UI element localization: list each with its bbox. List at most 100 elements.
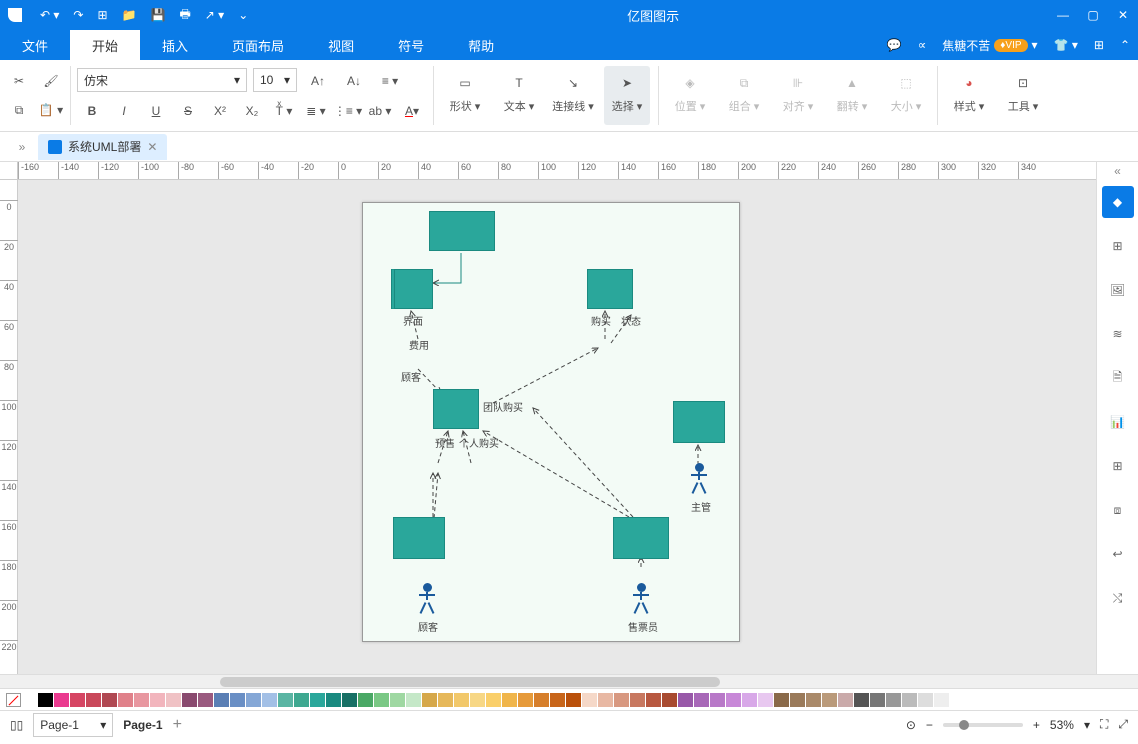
theme-icon[interactable]: 👕 ▾ xyxy=(1046,30,1086,60)
connector-tool[interactable]: ↘连接线 ▾ xyxy=(550,66,596,125)
cut-icon[interactable]: ✂ xyxy=(4,68,34,94)
bullets-icon[interactable]: ⋮≡ ▾ xyxy=(333,98,363,124)
tab-symbol[interactable]: 符号 xyxy=(376,30,446,60)
app-logo[interactable] xyxy=(0,0,30,30)
color-swatch[interactable] xyxy=(486,693,501,707)
color-swatch[interactable] xyxy=(614,693,629,707)
color-swatch[interactable] xyxy=(902,693,917,707)
color-swatch[interactable] xyxy=(518,693,533,707)
close-button[interactable]: ✕ xyxy=(1108,8,1138,22)
collapse-ribbon-icon[interactable]: ⌃ xyxy=(1112,30,1138,60)
save-icon[interactable]: 💾 xyxy=(151,5,166,26)
line-spacing-icon[interactable]: ≣ ▾ xyxy=(301,98,331,124)
color-swatch[interactable] xyxy=(230,693,245,707)
collapse-right-icon[interactable]: « xyxy=(1096,162,1138,180)
no-color-icon[interactable] xyxy=(6,693,21,707)
actor-manager[interactable] xyxy=(689,463,709,493)
color-swatch[interactable] xyxy=(134,693,149,707)
paste-icon[interactable]: 📋 ▾ xyxy=(36,97,66,123)
color-swatch[interactable] xyxy=(822,693,837,707)
color-swatch[interactable] xyxy=(54,693,69,707)
layers-panel-icon[interactable]: ≋ xyxy=(1102,318,1134,350)
select-tool[interactable]: ➤选择 ▾ xyxy=(604,66,650,125)
node-customer[interactable] xyxy=(393,517,445,559)
color-swatch[interactable] xyxy=(406,693,421,707)
user-menu[interactable]: 焦糖不苦 ♦VIP ▾ xyxy=(934,30,1045,60)
color-swatch[interactable] xyxy=(854,693,869,707)
copy-icon[interactable]: ⧉ xyxy=(4,97,34,123)
color-swatch[interactable] xyxy=(294,693,309,707)
theme-panel-icon[interactable]: ◆ xyxy=(1102,186,1134,218)
color-swatch[interactable] xyxy=(630,693,645,707)
color-swatch[interactable] xyxy=(166,693,181,707)
color-swatch[interactable] xyxy=(454,693,469,707)
style-tool[interactable]: ◕样式 ▾ xyxy=(946,66,992,125)
play-icon[interactable]: ⊙ xyxy=(906,718,916,732)
node-buy[interactable] xyxy=(587,269,633,309)
zoom-slider[interactable] xyxy=(943,723,1023,727)
node-manager[interactable] xyxy=(673,401,725,443)
feedback-icon[interactable]: 💬 xyxy=(879,30,910,60)
utils-tool[interactable]: ⊡工具 ▾ xyxy=(1000,66,1046,125)
shrink-font-icon[interactable]: A↓ xyxy=(339,68,369,94)
subscript-icon[interactable]: X₂ xyxy=(237,98,267,124)
color-swatch[interactable] xyxy=(182,693,197,707)
color-swatch[interactable] xyxy=(214,693,229,707)
grow-font-icon[interactable]: A↑ xyxy=(303,68,333,94)
color-swatch[interactable] xyxy=(710,693,725,707)
font-color-icon[interactable]: A ▾ xyxy=(397,98,427,124)
tab-help[interactable]: 帮助 xyxy=(446,30,516,60)
color-swatch[interactable] xyxy=(438,693,453,707)
maximize-button[interactable]: ▢ xyxy=(1078,8,1108,22)
color-swatch[interactable] xyxy=(582,693,597,707)
actor-customer[interactable] xyxy=(417,583,437,613)
bold-icon[interactable]: B xyxy=(77,98,107,124)
redo-icon[interactable]: ↷ xyxy=(73,5,83,26)
image-panel-icon[interactable]: 🖼 xyxy=(1102,274,1134,306)
minimize-button[interactable]: — xyxy=(1048,8,1078,22)
tab-view[interactable]: 视图 xyxy=(306,30,376,60)
color-swatch[interactable] xyxy=(150,693,165,707)
chart-panel-icon[interactable]: 📊 xyxy=(1102,406,1134,438)
font-family-select[interactable]: 仿宋▾ xyxy=(77,68,247,92)
color-swatch[interactable] xyxy=(550,693,565,707)
color-swatch[interactable] xyxy=(758,693,773,707)
actor-ticketer[interactable] xyxy=(631,583,651,613)
qat-more-icon[interactable]: ⌄ xyxy=(238,5,248,26)
superscript-icon[interactable]: X² xyxy=(205,98,235,124)
color-swatch[interactable] xyxy=(662,693,677,707)
color-swatch[interactable] xyxy=(422,693,437,707)
color-swatch[interactable] xyxy=(742,693,757,707)
color-swatch[interactable] xyxy=(342,693,357,707)
color-swatch[interactable] xyxy=(598,693,613,707)
format-painter-icon[interactable]: 🖌 xyxy=(36,68,66,94)
text-direction-icon[interactable]: ab ▾ xyxy=(365,98,395,124)
document-tab[interactable]: 系统UML部署 ✕ xyxy=(38,134,167,160)
color-swatch[interactable] xyxy=(806,693,821,707)
color-swatch[interactable] xyxy=(102,693,117,707)
grid-panel-icon[interactable]: ⊞ xyxy=(1102,230,1134,262)
node-center[interactable] xyxy=(433,389,479,429)
open-icon[interactable]: 📁 xyxy=(122,5,137,26)
print-icon[interactable]: 🖶 xyxy=(179,5,190,26)
tab-close-icon[interactable]: ✕ xyxy=(147,140,157,154)
diagram-page[interactable]: 界面 购买 状态 费用 顾客 团队购买 预售 个人购买 主管 顾客 售票员 xyxy=(362,202,740,642)
color-swatch[interactable] xyxy=(646,693,661,707)
tab-start[interactable]: 开始 xyxy=(70,30,140,60)
fullscreen-icon[interactable]: ⤢ xyxy=(1118,717,1128,732)
color-swatch[interactable] xyxy=(118,693,133,707)
color-swatch[interactable] xyxy=(358,693,373,707)
color-swatch[interactable] xyxy=(566,693,581,707)
zoom-in-icon[interactable]: + xyxy=(1033,718,1040,732)
canvas-area[interactable]: 界面 购买 状态 费用 顾客 团队购买 预售 个人购买 主管 顾客 售票员 xyxy=(18,180,1096,674)
color-swatch[interactable] xyxy=(22,693,37,707)
color-swatch[interactable] xyxy=(246,693,261,707)
node-interface[interactable] xyxy=(391,269,433,309)
color-swatch[interactable] xyxy=(470,693,485,707)
strike-icon[interactable]: S xyxy=(173,98,203,124)
color-swatch[interactable] xyxy=(838,693,853,707)
align-left-icon[interactable]: ≡ ▾ xyxy=(375,68,405,94)
collapse-left-icon[interactable]: » xyxy=(6,140,38,154)
color-swatch[interactable] xyxy=(534,693,549,707)
node-root[interactable] xyxy=(429,211,495,251)
